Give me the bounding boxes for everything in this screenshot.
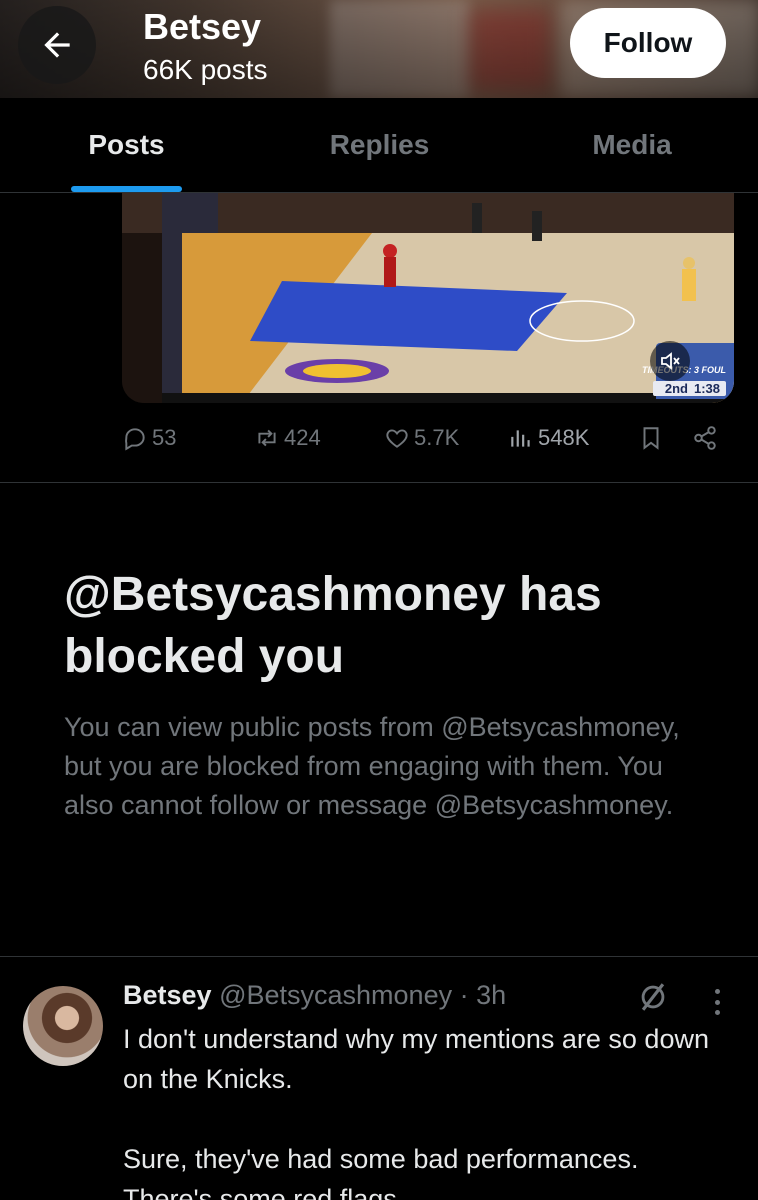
grok-icon[interactable] [636,980,670,1014]
back-button[interactable] [18,6,96,84]
tab-media[interactable]: Media [506,98,758,192]
post-header: Betsey @Betsycashmoney · 3h [123,980,506,1011]
views-button[interactable]: 548K [508,420,589,456]
reply-button[interactable]: 53 [122,420,176,456]
bookmark-button[interactable] [638,420,664,456]
speaker-muted-icon [661,352,680,370]
heart-icon [386,429,408,448]
arrow-left-icon [44,32,70,58]
profile-tabs: Posts Replies Media [0,98,758,193]
more-options-icon[interactable] [705,986,729,1018]
tab-posts[interactable]: Posts [0,98,253,192]
scorebug-clock: 2nd 1:38 [652,381,726,396]
profile-name: Betsey [143,6,262,47]
scorebug-time: 1:38 [693,381,720,396]
divider [0,482,758,483]
banner-image-detail [330,0,470,98]
mute-button[interactable] [650,341,690,381]
post-video[interactable]: TIMEOUTS: 3 FOUL 2nd1:38 [122,193,734,403]
post-text: I don't understand why my mentions are s… [123,1024,709,1200]
reply-count: 53 [152,425,177,450]
blocked-title: @Betsycashmoney has blocked you [64,568,602,683]
posts-count: 66K posts [143,54,268,85]
divider [0,956,758,957]
share-button[interactable] [692,420,718,456]
like-count: 5.7K [414,425,460,450]
share-icon [694,426,716,450]
blocked-message: You can view public posts from @Betsycas… [64,712,680,820]
tab-media-label: Media [592,129,672,160]
views-count: 548K [538,425,590,450]
post-action-bar: 53 424 5.7K 548K [122,420,722,456]
tab-replies[interactable]: Replies [253,98,506,192]
post-time: · 3h [459,980,507,1010]
like-button[interactable]: 5.7K [384,420,459,456]
tab-posts-label: Posts [88,129,165,160]
repost-icon [258,429,276,447]
post-author-handle[interactable]: @Betsycashmoney [219,980,452,1010]
banner-image-detail [470,10,550,90]
repost-count: 424 [284,425,321,450]
bookmark-icon [643,427,659,450]
scorebug-period: 2nd [664,381,688,396]
avatar[interactable] [23,986,103,1066]
post-author-name[interactable]: Betsey [123,980,212,1010]
views-icon [511,430,530,447]
tab-replies-label: Replies [329,129,430,160]
repost-button[interactable]: 424 [254,420,321,456]
active-tab-indicator [71,186,182,192]
reply-icon [125,428,145,451]
follow-button[interactable]: Follow [570,8,726,78]
